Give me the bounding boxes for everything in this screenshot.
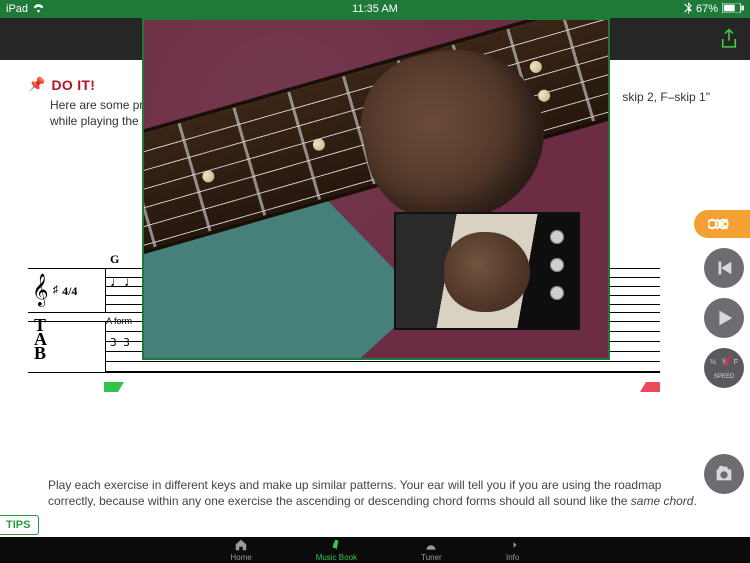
speed-label: SPEED: [714, 374, 734, 380]
tab-info-label: Info: [506, 553, 519, 562]
tab-music-book-label: Music Book: [316, 553, 357, 562]
share-button[interactable]: [716, 26, 742, 52]
speed-button[interactable]: ½ ¾ F SPEED: [704, 348, 744, 388]
instruction-italic: same chord: [631, 494, 694, 508]
camera-button[interactable]: [704, 454, 744, 494]
carrier-label: iPad: [6, 3, 28, 15]
info-icon: [506, 538, 520, 552]
tips-tab[interactable]: TIPS: [0, 515, 39, 535]
video-frame: [144, 20, 608, 358]
tab-tuner[interactable]: Tuner: [421, 538, 442, 562]
loop-button[interactable]: [694, 210, 750, 238]
pushpin-icon: 📌: [28, 76, 45, 93]
tuner-icon: [424, 538, 438, 552]
tab-home-label: Home: [230, 553, 251, 562]
instruction-text-1: Play each exercise in different keys and…: [48, 478, 661, 508]
lesson-video[interactable]: [142, 18, 610, 360]
tab-bar: Home Music Book Tuner Info: [0, 537, 750, 563]
rewind-button[interactable]: [704, 248, 744, 288]
notes: ♩♩: [110, 275, 138, 291]
home-icon: [234, 538, 248, 552]
section-heading: DO IT!: [51, 77, 95, 93]
intro-fragment-2: while playing the a: [50, 114, 149, 128]
tab-info[interactable]: Info: [506, 538, 520, 562]
instruction-paragraph: Play each exercise in different keys and…: [48, 477, 702, 509]
clock: 11:35 AM: [252, 3, 498, 15]
tab-tuner-label: Tuner: [421, 553, 442, 562]
tab-home[interactable]: Home: [230, 538, 251, 562]
intro-fragment-1: Here are some pra: [50, 98, 150, 112]
battery-icon: [722, 3, 744, 16]
tab-music-book[interactable]: Music Book: [316, 538, 357, 562]
wifi-icon: [32, 3, 45, 16]
tab-clef-label: TAB: [34, 318, 47, 360]
tab-fret-numbers: 3 3: [110, 336, 130, 349]
speed-full: F: [734, 359, 738, 366]
loop-start-marker[interactable]: [104, 382, 124, 392]
chord-label: G: [110, 252, 119, 267]
battery-percent: 67%: [696, 3, 718, 15]
video-pip: [394, 212, 580, 330]
speed-half: ½: [710, 359, 716, 366]
player-controls: ½ ¾ F SPEED: [694, 210, 750, 494]
music-book-icon: [329, 538, 343, 552]
loop-end-marker[interactable]: [640, 382, 660, 392]
instruction-text-2: .: [693, 494, 696, 508]
play-button[interactable]: [704, 298, 744, 338]
bluetooth-icon: [684, 2, 692, 17]
intro-fragment-right: skip 2, F–skip 1": [622, 90, 710, 104]
status-bar: iPad 11:35 AM 67%: [0, 0, 750, 18]
treble-clef: 𝄞♯4/4: [28, 269, 106, 312]
